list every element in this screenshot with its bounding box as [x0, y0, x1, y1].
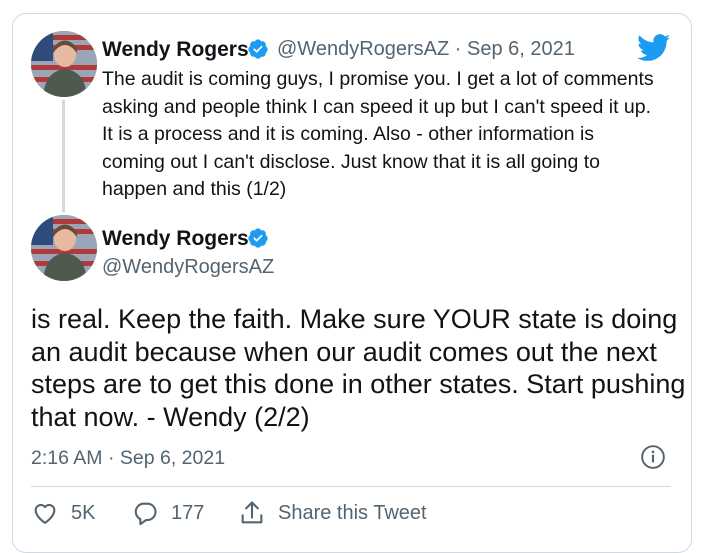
- author-handle[interactable]: @WendyRogersAZ: [277, 38, 449, 60]
- author-name[interactable]: Wendy Rogers: [102, 227, 249, 251]
- info-icon[interactable]: [640, 444, 666, 470]
- tweet-meta: @WendyRogersAZ · Sep 6, 2021: [277, 38, 575, 61]
- twitter-bird-icon[interactable]: [637, 34, 671, 62]
- verified-badge-icon: [248, 39, 268, 59]
- reply-button[interactable]: 177: [131, 499, 204, 527]
- like-count: 5K: [71, 501, 96, 524]
- verified-badge-icon: [248, 228, 268, 248]
- share-icon: [241, 501, 263, 524]
- share-button[interactable]: Share this Tweet: [238, 499, 427, 527]
- tweet-date[interactable]: Sep 6, 2021: [467, 38, 575, 60]
- author-name[interactable]: Wendy Rogers: [102, 38, 249, 62]
- like-button[interactable]: 5K: [31, 499, 95, 527]
- tweet-timestamp[interactable]: 2:16 AM · Sep 6, 2021: [31, 447, 225, 470]
- avatar[interactable]: [31, 215, 97, 281]
- tweet-text: The audit is coming guys, I promise you.…: [102, 68, 654, 200]
- author-handle[interactable]: @WendyRogersAZ: [102, 256, 274, 279]
- share-label: Share this Tweet: [278, 501, 427, 524]
- tweet-text: is real. Keep the faith. Make sure YOUR …: [31, 304, 686, 432]
- meta-separator: ·: [454, 38, 462, 60]
- thread-connector-line: [62, 100, 65, 212]
- divider: [31, 486, 671, 487]
- heart-icon: [34, 503, 56, 524]
- avatar[interactable]: [31, 31, 97, 97]
- reply-count: 177: [171, 501, 205, 524]
- reply-icon: [134, 502, 157, 526]
